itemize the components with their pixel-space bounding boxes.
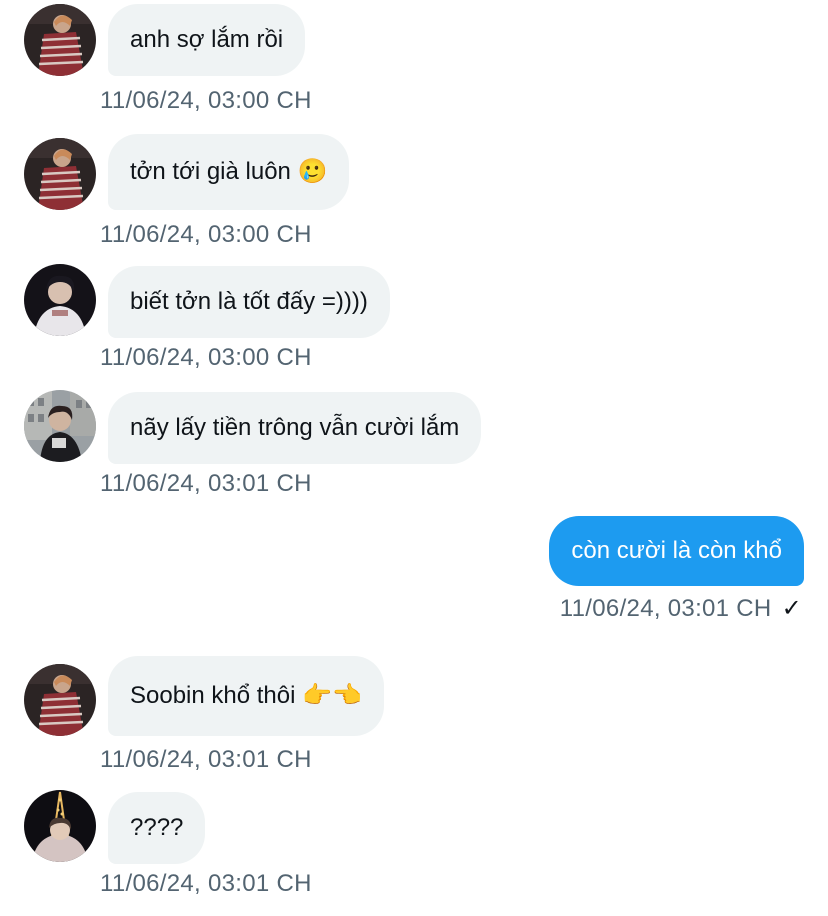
message-timestamp: 11/06/24, 03:00 CH [100, 221, 312, 248]
avatar[interactable] [24, 790, 96, 862]
avatar[interactable] [24, 138, 96, 210]
avatar[interactable] [24, 4, 96, 76]
message-bubble[interactable]: anh sợ lắm rồi [108, 4, 306, 76]
avatar-eiffel-night-icon [24, 790, 96, 862]
avatar[interactable] [24, 664, 96, 736]
message-timestamp: 11/06/24, 03:01 CH ✓ [560, 594, 802, 623]
avatar-dark-portrait-icon [24, 264, 96, 336]
message-timestamp: 11/06/24, 03:01 CH [100, 746, 312, 773]
message-timestamp: 11/06/24, 03:00 CH [100, 87, 312, 114]
message-bubble-outgoing[interactable]: còn cười là còn khổ [549, 516, 804, 586]
avatar[interactable] [24, 390, 96, 462]
avatar-striped-sweater-icon [24, 4, 96, 76]
message-bubble[interactable]: biết tởn là tốt đấy =)))) [108, 266, 390, 338]
avatar-city-street-icon [24, 390, 96, 462]
message-timestamp-text: 11/06/24, 03:01 CH [559, 595, 772, 622]
message-timestamp: 11/06/24, 03:00 CH [100, 344, 312, 371]
message-bubble[interactable]: Soobin khổ thôi 👉👈 [108, 656, 384, 736]
message-bubble[interactable]: nãy lấy tiền trông vẫn cười lắm [108, 392, 482, 464]
avatar-striped-sweater-icon [24, 664, 96, 736]
message-timestamp: 11/06/24, 03:01 CH [100, 470, 312, 497]
message-timestamp: 11/06/24, 03:01 CH [100, 870, 312, 897]
avatar[interactable] [24, 264, 96, 336]
message-bubble[interactable]: ???? [108, 792, 206, 864]
message-bubble[interactable]: tởn tới già luôn 🥲 [108, 134, 350, 210]
avatar-striped-sweater-icon [24, 138, 96, 210]
sent-check-icon: ✓ [781, 595, 802, 622]
